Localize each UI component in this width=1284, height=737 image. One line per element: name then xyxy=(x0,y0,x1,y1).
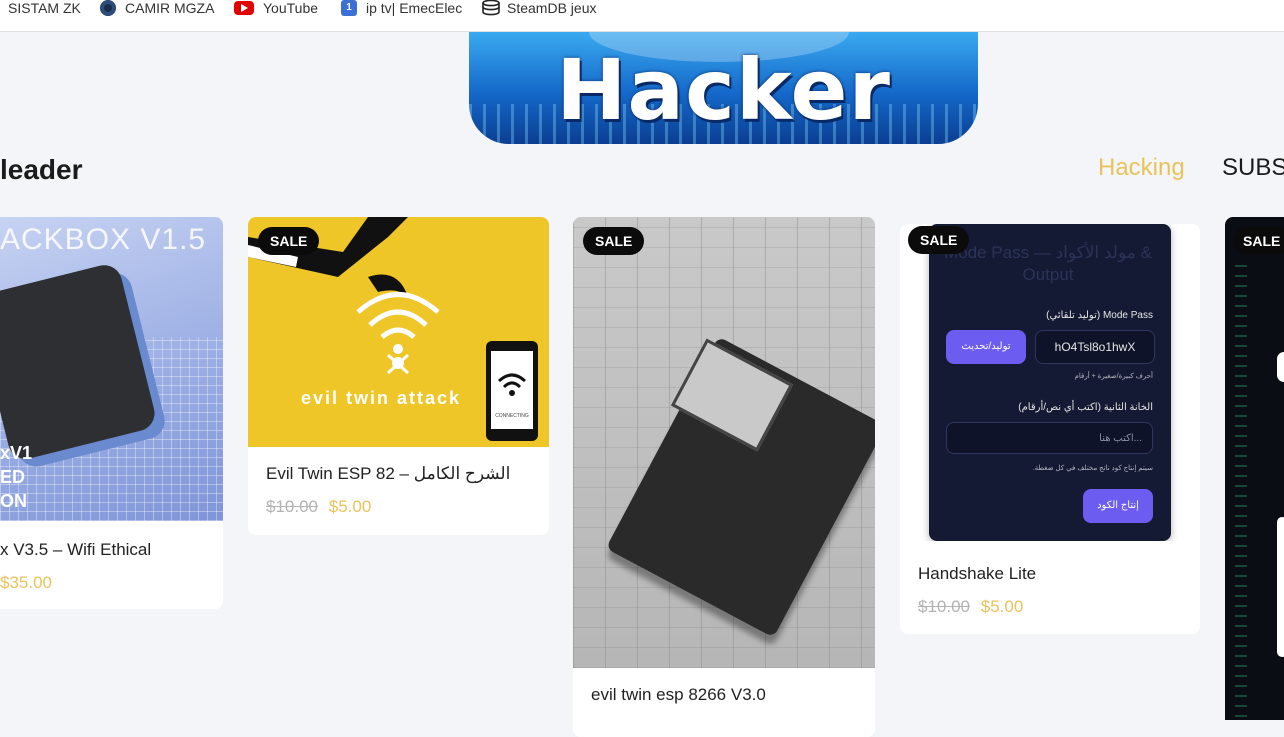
image-side-line: ON xyxy=(0,491,27,511)
product-name[interactable]: Evil Twin ESP 82 – الشرح الكامل xyxy=(266,464,510,484)
product-price: $10.00 $5.00 xyxy=(266,497,371,517)
bookmark-iptv[interactable]: 1 ip tv| EmecElec xyxy=(341,0,462,16)
banner-title: Hacker xyxy=(556,41,891,139)
youtube-icon xyxy=(234,1,254,15)
charset-hint: أحرف كبيرة/صغيرة + أرقام xyxy=(1074,373,1153,380)
panel-title: Mode Pass — مولد الأكواد & Output xyxy=(944,243,1152,284)
product-card[interactable]: Mode Pass — مولد الأكواد & Output Mode P… xyxy=(900,224,1200,634)
wifi-icon xyxy=(497,373,527,396)
generated-code-field[interactable]: hO4Tsl8o1hwX xyxy=(1035,330,1155,364)
produce-code-button[interactable]: إنتاج الكود xyxy=(1083,489,1153,523)
image-side-line: xV1 xyxy=(0,443,33,463)
bookmark-label: CAMIR MGZA xyxy=(125,0,215,16)
sale-badge: SALE xyxy=(583,227,645,255)
image-side-text: xV1 ED ON xyxy=(0,441,32,513)
original-price: $10.00 xyxy=(918,597,970,616)
sale-price: $5.00 xyxy=(980,597,1024,616)
code-generator-panel: Mode Pass — مولد الأكواد & Output Mode P… xyxy=(929,224,1171,541)
second-input[interactable]: اكتب هنا... xyxy=(946,422,1153,454)
phone-status-text: CONNECTING xyxy=(495,413,529,419)
site-name[interactable]: leader xyxy=(0,154,83,186)
phone-screen: CONNECTING xyxy=(491,351,533,429)
iptv-favicon-icon: 1 xyxy=(341,0,357,16)
bookmark-label: SISTAM ZK xyxy=(8,0,81,16)
product-name[interactable]: x V3.5 – Wifi Ethical xyxy=(0,540,151,560)
bookmark-label: ip tv| EmecElec xyxy=(366,0,463,16)
bookmark-label: SteamDB jeux xyxy=(507,0,597,16)
generate-refresh-button[interactable]: توليد/تحديث xyxy=(946,330,1026,364)
bookmarks-bar: SISTAM ZK CAMIR MGZA YouTube 1 ip tv| Em… xyxy=(0,0,1284,32)
steamdb-icon xyxy=(482,0,500,16)
product-card[interactable]: evil twin attack CONNECTING SALE Evil Tw… xyxy=(248,217,549,535)
product-image[interactable] xyxy=(573,217,875,668)
product-card[interactable]: SALE evil twin esp 8266 V3.0 xyxy=(573,217,875,737)
sale-badge: SALE xyxy=(258,227,320,255)
product-price: $10.00 $5.00 xyxy=(918,597,1023,617)
original-price: $10.00 xyxy=(266,497,318,516)
nav-item-hacking[interactable]: Hacking xyxy=(1098,154,1185,182)
code-stripe-pattern xyxy=(1235,257,1247,717)
sale-price: $5.00 xyxy=(328,497,372,516)
product-card[interactable]: ACKBOX V1.5 xV1 ED ON x V3.5 – Wifi Ethi… xyxy=(0,217,223,609)
product-card[interactable]: SALE xyxy=(1225,217,1284,720)
second-field-label: الخانة الثانية (اكتب أي نص/أرقام) xyxy=(1018,402,1153,413)
bookmark-label: YouTube xyxy=(263,0,319,16)
image-highlight xyxy=(1277,517,1284,657)
bookmark-steamdb[interactable]: SteamDB jeux xyxy=(482,0,596,16)
image-caption: evil twin attack xyxy=(301,388,462,408)
hero-banner: Hacker xyxy=(469,32,978,144)
image-brand-text: ACKBOX V1.5 xyxy=(0,223,207,256)
product-name[interactable]: Handshake Lite xyxy=(918,564,1036,584)
bookmark-youtube[interactable]: YouTube xyxy=(234,0,318,16)
product-image[interactable]: Mode Pass — مولد الأكواد & Output Mode P… xyxy=(900,224,1200,541)
product-price: $35.00 xyxy=(0,573,52,593)
output-hint: سيتم إنتاج كود ناتج مختلف في كل ضغطة. xyxy=(1032,465,1153,472)
bookmark-sistam-zk[interactable]: SISTAM ZK xyxy=(8,0,81,16)
sale-badge: SALE xyxy=(908,226,970,254)
camir-favicon-icon xyxy=(100,0,116,16)
image-highlight xyxy=(1277,352,1284,382)
sale-price: $35.00 xyxy=(0,573,52,592)
image-side-line: ED xyxy=(0,467,26,487)
phone-image: CONNECTING xyxy=(486,341,538,441)
product-name[interactable]: evil twin esp 8266 V3.0 xyxy=(591,685,766,705)
nav-item-subscribe[interactable]: SUBSC xyxy=(1222,154,1284,182)
bookmark-camir-mgza[interactable]: CAMIR MGZA xyxy=(100,0,214,16)
sale-badge: SALE xyxy=(1233,227,1284,255)
product-image[interactable]: ACKBOX V1.5 xV1 ED ON xyxy=(0,217,223,521)
mode-pass-label: Mode Pass (توليد تلقائي) xyxy=(1046,310,1153,321)
